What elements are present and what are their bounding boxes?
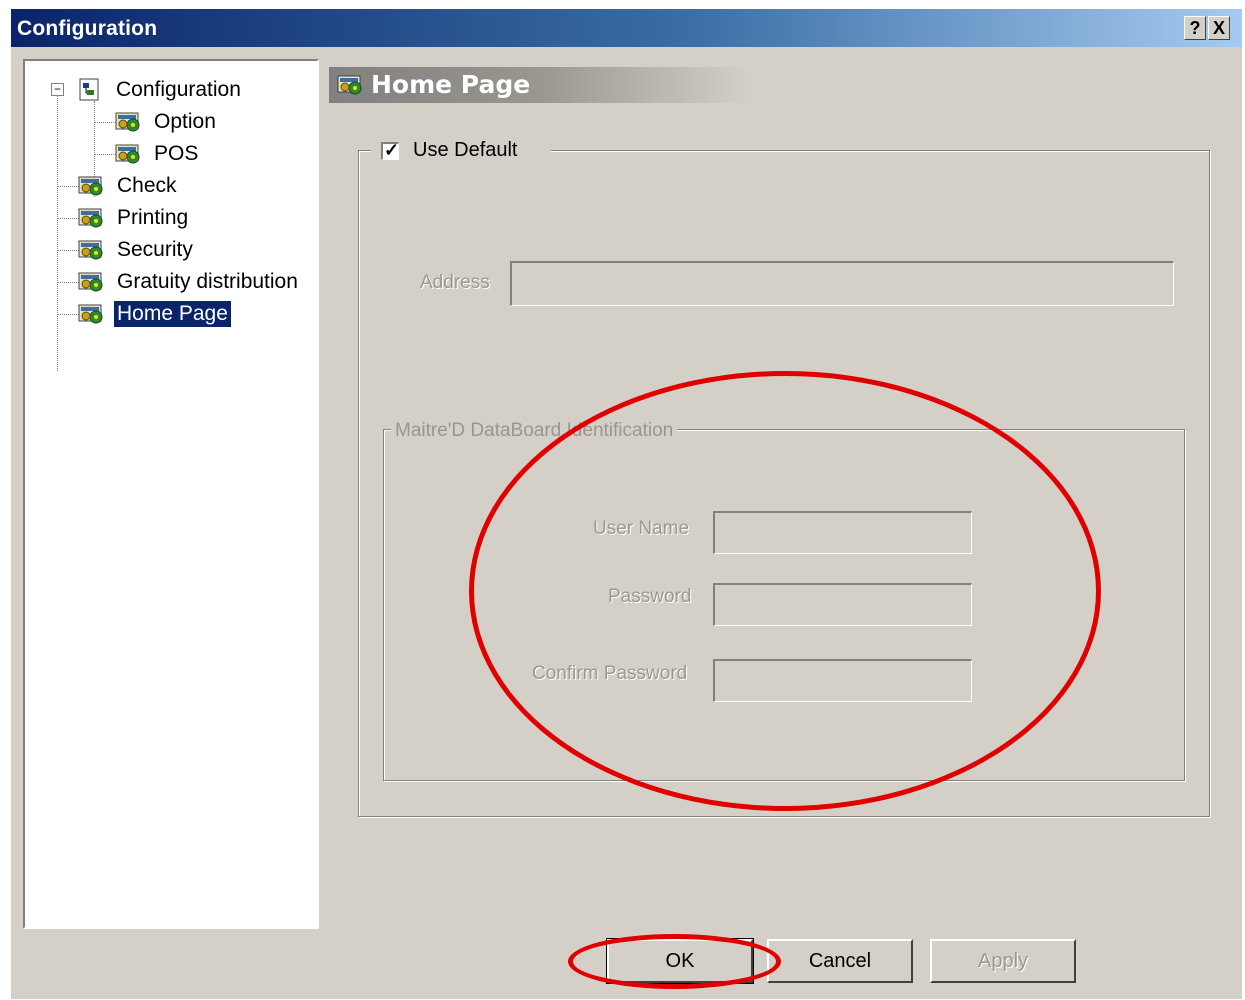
user-name-field[interactable]	[713, 511, 972, 554]
help-button[interactable]: ?	[1184, 16, 1206, 40]
confirm-password-field[interactable]	[713, 659, 972, 702]
tree-item-label: POS	[154, 142, 199, 165]
tree-item-check[interactable]: Check	[78, 172, 180, 200]
password-field[interactable]	[713, 583, 972, 626]
settings-gear-icon	[78, 174, 108, 198]
tree-item-option[interactable]: Option	[115, 108, 219, 136]
page-title: Home Page	[371, 70, 531, 99]
tree-item-label: Option	[154, 110, 216, 133]
cancel-button[interactable]: Cancel	[767, 939, 913, 983]
settings-gear-icon	[78, 238, 108, 262]
ok-button[interactable]: OK	[606, 938, 754, 984]
confirm-password-label: Confirm Password	[532, 663, 688, 684]
settings-gear-icon	[337, 73, 367, 102]
tree-root-icon	[77, 78, 107, 102]
checkmark-icon: ✓	[384, 140, 400, 160]
tree-item-label: Check	[117, 174, 177, 197]
configuration-tree[interactable]: − Configuration Option POS Check Printin…	[23, 59, 319, 929]
user-name-label: User Name	[593, 518, 690, 539]
settings-gear-icon	[115, 142, 145, 166]
settings-gear-icon	[78, 302, 108, 326]
window-title: Configuration	[17, 17, 158, 40]
close-button[interactable]: X	[1208, 16, 1230, 40]
tree-item-label: Security	[117, 238, 193, 261]
password-label: Password	[608, 586, 692, 607]
page-header: Home Page	[329, 67, 749, 103]
title-bar: Configuration ? X	[11, 9, 1242, 47]
address-label: Address	[420, 272, 490, 293]
settings-gear-icon	[78, 206, 108, 230]
tree-item-label: Configuration	[116, 78, 241, 101]
address-field[interactable]	[510, 261, 1174, 306]
tree-item-label: Printing	[117, 206, 189, 229]
use-default-label: Use Default	[413, 139, 518, 161]
identification-legend: Maitre'D DataBoard Identification	[391, 420, 678, 442]
configuration-dialog: Configuration ? X − Configuration Option…	[10, 8, 1243, 1000]
tree-item-security[interactable]: Security	[78, 236, 196, 264]
tree-item-label: Gratuity distribution	[117, 270, 298, 293]
settings-gear-icon	[78, 270, 108, 294]
settings-gear-icon	[115, 110, 145, 134]
use-default-checkbox[interactable]: ✓	[381, 140, 400, 160]
tree-item-printing[interactable]: Printing	[78, 204, 191, 232]
apply-button[interactable]: Apply	[930, 939, 1076, 983]
tree-item-gratuity-distribution[interactable]: Gratuity distribution	[78, 268, 301, 296]
tree-item-home-page[interactable]: Home Page	[78, 300, 231, 328]
collapse-expander[interactable]: −	[51, 83, 64, 96]
tree-item-configuration[interactable]: Configuration	[77, 76, 244, 104]
tree-item-pos[interactable]: POS	[115, 140, 201, 168]
tree-item-label: Home Page	[114, 301, 231, 327]
